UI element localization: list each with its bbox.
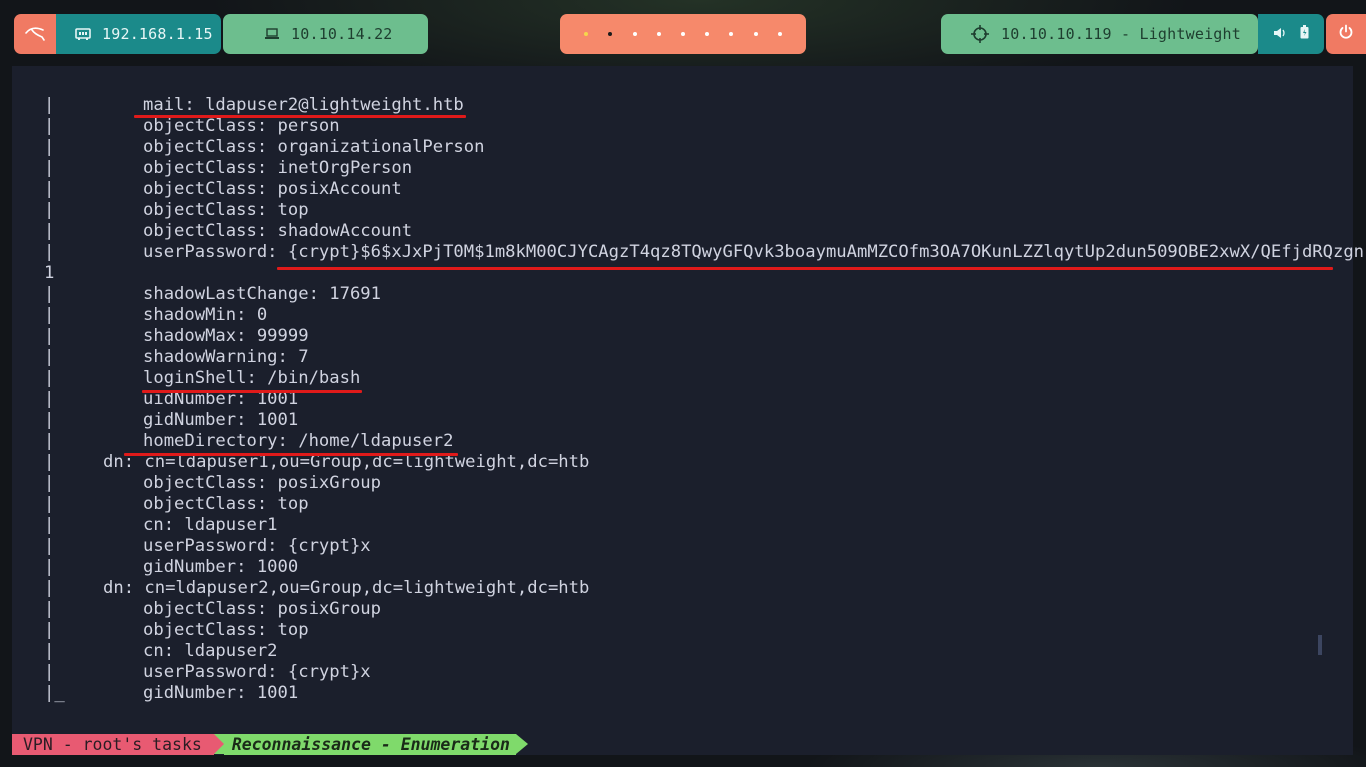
system-tray[interactable] [1258,14,1324,54]
tree-bar: | [44,389,55,409]
tree-bar: | [44,410,55,430]
tree-bar: | [44,284,55,304]
workspace-dot-7[interactable] [729,32,734,36]
power-icon [1338,24,1354,44]
workspace-dot-3[interactable] [632,32,637,36]
highlight-underline-password [277,267,1333,270]
kali-menu-button[interactable] [14,14,56,54]
terminal-line-text: shadowMin: 0 [143,305,268,325]
tmux-session-name[interactable]: VPN - root's tasks [12,734,214,755]
terminal-line-text: userPassword: {crypt}$6$xJxPjT0M$1m8kM00… [143,242,1365,262]
laptop-icon [263,28,281,40]
tree-bar: | [44,137,55,157]
tree-bar: |_ [44,683,65,703]
terminal-line-text: gidNumber: 1001 [143,410,299,430]
terminal-line-text: loginShell: /bin/bash [143,368,361,388]
terminal-line-text: shadowMax: 99999 [143,326,309,346]
network-card-icon [74,27,92,41]
tree-bar: | [44,515,55,535]
tree-bar: | [44,95,55,115]
terminal-line-text: objectClass: posixGroup [143,599,381,619]
tree-bar: | [44,599,55,619]
terminal-line-text: 1 [44,263,55,283]
workspace-dot-6[interactable] [705,32,710,36]
vpn-ip-text: 10.10.14.22 [291,25,393,43]
tree-bar: | [44,347,55,367]
workspace-switcher[interactable] [560,14,806,54]
top-panel: 192.168.1.15 10.10.14.22 10.10.10.119 - … [0,0,1366,66]
tree-bar: | [44,473,55,493]
terminal-line-text: shadowWarning: 7 [143,347,309,367]
tree-bar: | [44,452,55,472]
power-button[interactable] [1326,14,1366,54]
terminal-line-text: shadowLastChange: 17691 [143,284,381,304]
tree-bar: | [44,494,55,514]
terminal-line-text: userPassword: {crypt}x [143,662,371,682]
tree-bar: | [44,620,55,640]
terminal-line-text: gidNumber: 1001 [143,683,299,703]
tree-bar: | [44,242,55,262]
powerline-separator-end [515,734,528,754]
powerline-separator [213,734,224,754]
kali-dragon-icon [25,27,45,41]
workspace-dot-9[interactable] [777,32,782,36]
highlight-underline-mail [134,115,466,118]
workspace-dot-1[interactable] [584,32,589,36]
tree-bar: | [44,305,55,325]
crosshair-icon [971,25,989,43]
tree-bar: | [44,368,55,388]
tree-bar: | [44,221,55,241]
tree-bar: | [44,200,55,220]
terminal-line-text: userPassword: {crypt}x [143,536,371,556]
terminal-window[interactable]: | mail: ldapuser2@lightweight.htb | objectC… [12,66,1364,755]
volume-icon[interactable] [1273,25,1286,43]
terminal-line-text: objectClass: inetOrgPerson [143,158,413,178]
terminal-line-text: objectClass: posixGroup [143,473,381,493]
tmux-status-bar: VPN - root's tasks Reconnaissance - Enum… [12,734,528,755]
workspace-dot-4[interactable] [656,32,661,36]
highlight-underline-home-directory [124,453,458,456]
battery-icon[interactable] [1300,25,1309,43]
local-ip-text: 192.168.1.15 [102,25,213,43]
target-indicator: 10.10.10.119 - Lightweight [941,14,1258,54]
terminal-line-text: objectClass: top [143,494,309,514]
terminal-line-text: cn: ldapuser2 [143,641,278,661]
tree-bar: | [44,179,55,199]
tree-bar: | [44,536,55,556]
vpn-ip-indicator: 10.10.14.22 [223,14,428,54]
tree-bar: | [44,116,55,136]
terminal-line-text: objectClass: top [143,620,309,640]
tree-bar: | [44,158,55,178]
terminal-line-text: cn: ldapuser1 [143,515,278,535]
scrollbar-indicator[interactable] [1318,635,1322,655]
tree-bar: | [44,578,55,598]
terminal-line-text: homeDirectory: /home/ldapuser2 [143,431,454,451]
tree-bar: | [44,326,55,346]
terminal-line-text: mail: ldapuser2@lightweight.htb [143,95,464,115]
local-ip-indicator: 192.168.1.15 [56,14,221,54]
target-text: 10.10.10.119 - Lightweight [1001,25,1241,43]
terminal-line-text: objectClass: top [143,200,309,220]
terminal-line-text: objectClass: posixAccount [143,179,402,199]
tree-bar: | [44,641,55,661]
workspace-dot-2[interactable] [608,32,613,36]
tree-bar: | [44,662,55,682]
workspace-dot-8[interactable] [753,32,758,36]
terminal-line-text: dn: cn=ldapuser2,ou=Group,dc=lightweight… [103,578,590,598]
terminal-line-text: objectClass: shadowAccount [143,221,413,241]
terminal-line-text: objectClass: person [143,116,340,136]
tree-bar: | [44,557,55,577]
workspace-dot-5[interactable] [680,32,685,36]
tmux-window-name[interactable]: Reconnaissance - Enumeration [223,734,516,755]
terminal-line-text: gidNumber: 1000 [143,557,299,577]
terminal-line-text: objectClass: organizationalPerson [143,137,485,157]
highlight-underline-login-shell [142,390,362,393]
tree-bar: | [44,431,55,451]
